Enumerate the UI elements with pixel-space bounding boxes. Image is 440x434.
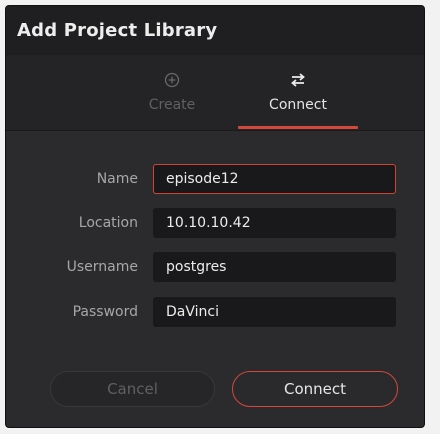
tab-connect[interactable]: Connect [232,55,364,131]
tab-bar: Create Connect [6,55,424,131]
location-label: Location [78,215,138,231]
tab-create[interactable]: Create [106,55,238,131]
username-row: Username [6,252,424,282]
username-field[interactable] [153,252,396,282]
name-row: Name [6,164,424,194]
add-project-library-dialog: Add Project Library Create Connect Name … [5,5,425,428]
password-label: Password [72,304,138,320]
password-field[interactable] [153,297,396,327]
tab-create-label: Create [148,97,196,113]
name-field[interactable] [153,164,396,194]
cancel-button[interactable]: Cancel [50,371,215,407]
tab-connect-label: Connect [269,97,327,113]
password-row: Password [6,297,424,327]
plus-circle-icon [164,70,180,90]
name-label: Name [96,171,138,187]
connect-button[interactable]: Connect [232,371,398,407]
username-label: Username [66,259,138,275]
location-row: Location [6,208,424,238]
location-field[interactable] [153,208,396,238]
swap-arrows-icon [288,70,308,90]
dialog-title: Add Project Library [6,6,424,55]
active-tab-indicator [238,126,358,129]
